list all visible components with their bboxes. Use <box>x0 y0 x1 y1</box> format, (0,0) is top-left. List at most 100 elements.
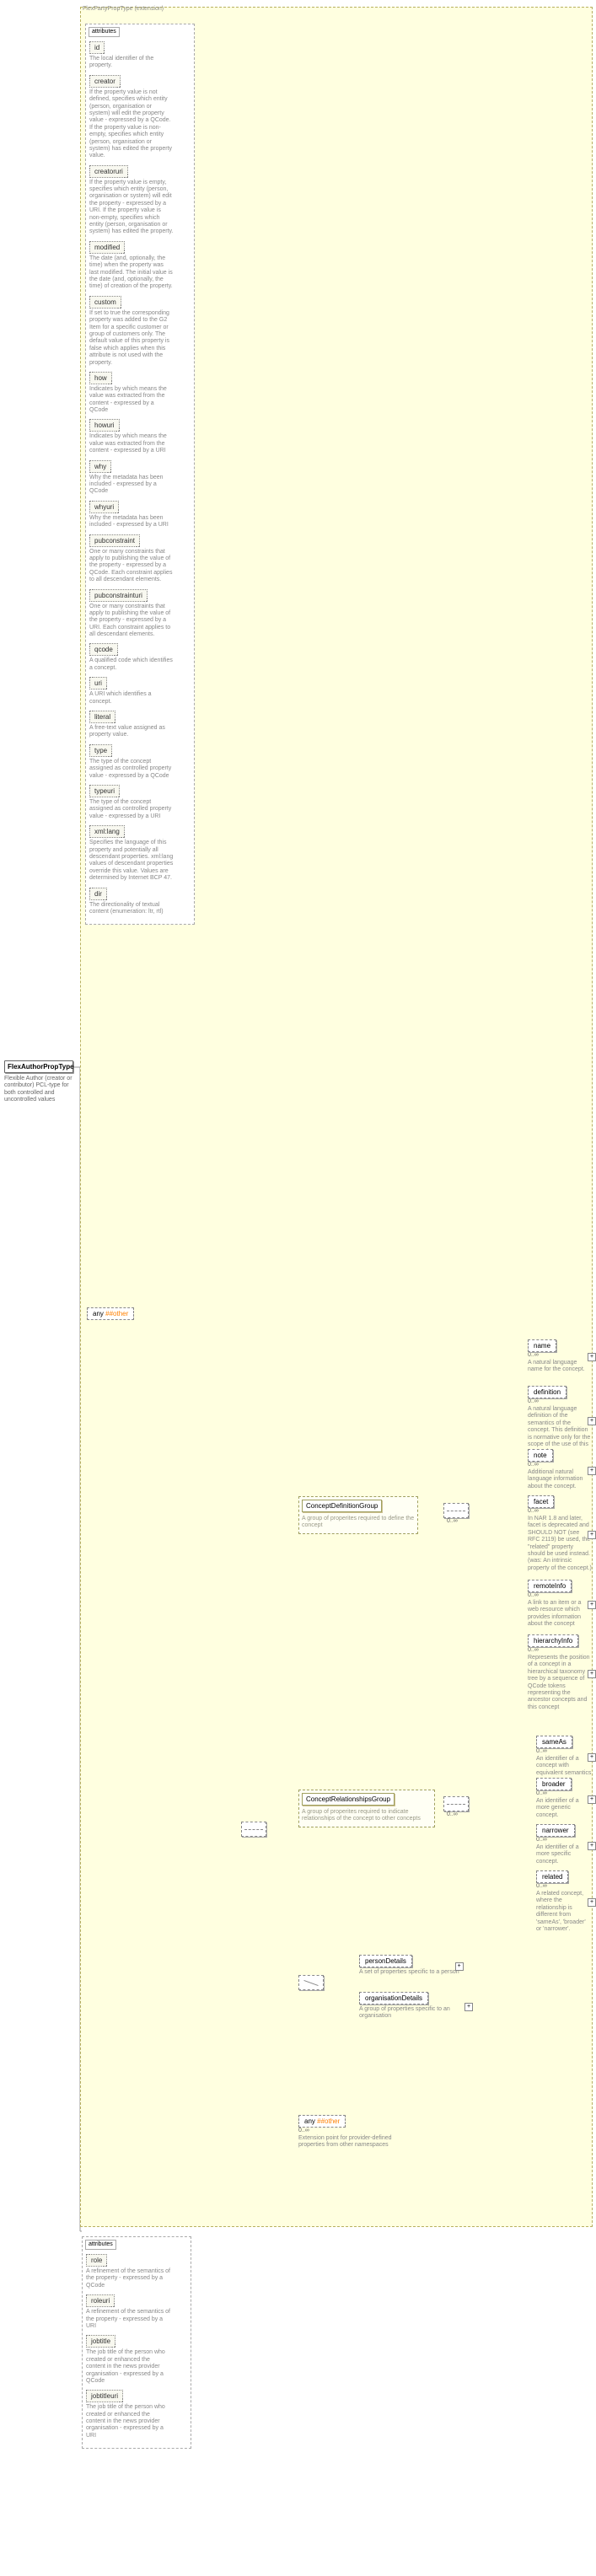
extension-label: FlexPartyPropType (extension) <box>83 6 164 12</box>
extension-frame: FlexPartyPropType (extension) attributes… <box>80 7 593 2227</box>
attribute-name: literal <box>89 711 115 723</box>
attribute-desc: A refinement of the semantics of the pro… <box>86 2309 170 2330</box>
attribute-desc: The job title of the person who created … <box>86 2404 170 2439</box>
attribute-name: id <box>89 41 105 54</box>
sequence-marker-defgroup <box>443 1503 469 1518</box>
element-related: related+0..∞A related concept, where the… <box>536 1870 592 1933</box>
element-broader: broader+0..∞An identifier of a more gene… <box>536 1778 592 1819</box>
attribute-desc: One or many constraints that apply to pu… <box>89 604 174 639</box>
attribute-jobtitle: jobtitleThe job title of the person who … <box>86 2335 187 2385</box>
attribute-desc: A refinement of the semantics of the pro… <box>86 2268 170 2289</box>
cardinality-defgroup: 0..∞ <box>447 1518 458 1524</box>
attribute-typeuri: typeuri The type of the concept assigned … <box>89 785 191 820</box>
expand-icon[interactable]: + <box>455 1962 464 1971</box>
element-organisationdetails: organisationDetails+ A group of properti… <box>359 1992 469 2021</box>
attribute-name: how <box>89 372 112 384</box>
attribute-name: uri <box>89 677 107 690</box>
expand-icon[interactable]: + <box>588 1531 596 1539</box>
expand-icon[interactable]: + <box>588 1467 596 1475</box>
attribute-desc: Specifies the language of this property … <box>89 840 174 882</box>
attribute-name: typeuri <box>89 785 120 797</box>
concept-relationships-group: ConceptRelationshipsGroup A group of pro… <box>298 1790 435 1827</box>
attributes-frame-lower: attributes roleA refinement of the seman… <box>82 2236 191 2449</box>
attribute-modified: modifiedThe date (and, optionally, the t… <box>89 241 191 291</box>
concept-definition-group: ConceptDefinitionGroup A group of proper… <box>298 1496 418 1534</box>
attribute-name: custom <box>89 296 121 309</box>
concept-definition-group-desc: A group of properites required to define… <box>302 1516 415 1530</box>
attribute-desc: A free-text value assigned as property v… <box>89 725 174 739</box>
expand-icon[interactable]: + <box>588 1795 596 1804</box>
attribute-desc: One or many constraints that apply to pu… <box>89 549 174 584</box>
attribute-type: type The type of the concept assigned as … <box>89 744 191 780</box>
expand-icon[interactable]: + <box>588 1601 596 1609</box>
attribute-desc: The date (and, optionally, the time) whe… <box>89 255 174 291</box>
attribute-desc: The job title of the person who created … <box>86 2349 170 2385</box>
attribute-desc: Why the metadata has been included - exp… <box>89 475 174 496</box>
element-remoteinfo: remoteInfo+0..∞A link to an item or a we… <box>528 1580 592 1629</box>
attribute-how: how Indicates by which means the value wa… <box>89 372 191 415</box>
attribute-jobtitleuri: jobtitleuri The job title of the person w… <box>86 2390 187 2439</box>
attribute-name: roleuri <box>86 2294 115 2307</box>
attribute-name: pubconstrainturi <box>89 589 148 602</box>
attribute-whyuri: whyuri Why the metadata has been included… <box>89 501 191 529</box>
attribute-desc: A qualified code which identifies a conc… <box>89 657 174 672</box>
cardinality-relgroup: 0..∞ <box>447 1811 458 1817</box>
attribute-dir: dirThe directionality of textual content… <box>89 888 191 916</box>
attribute-name: howuri <box>89 419 120 432</box>
element-note: note+0..∞Additional natural language inf… <box>528 1449 592 1490</box>
attribute-custom: customIf set to true the corresponding p… <box>89 296 191 367</box>
attribute-desc: The type of the concept assigned as cont… <box>89 799 174 820</box>
attributes-header: attributes <box>89 27 120 37</box>
attribute-creator: creatorIf the property value is not defi… <box>89 75 191 160</box>
element-narrower: narrower+0..∞An identifier of a more spe… <box>536 1824 592 1865</box>
choice-marker-persorg <box>298 1975 324 1990</box>
attribute-desc: Indicates by which means the value was e… <box>89 433 174 454</box>
root-type-name: FlexAuthorPropType <box>4 1060 73 1073</box>
attribute-id: id The local identifier of the property. <box>89 41 191 70</box>
expand-icon[interactable]: + <box>588 1417 596 1425</box>
element-persondetails: personDetails+ A set of properties speci… <box>359 1955 459 1976</box>
root-type-box: FlexAuthorPropType Flexible Author (crea… <box>4 1060 73 1104</box>
attribute-roleuri: roleuri A refinement of the semantics of … <box>86 2294 187 2330</box>
element-name: name+0..∞A natural language name for the… <box>528 1339 592 1374</box>
attribute-name: role <box>86 2254 107 2267</box>
attribute-name: type <box>89 744 112 757</box>
concept-definition-group-name: ConceptDefinitionGroup <box>302 1500 382 1512</box>
attribute-uri: uriA URI which identifies a concept. <box>89 677 191 706</box>
expand-icon[interactable]: + <box>464 2003 473 2011</box>
attribute-name: jobtitleuri <box>86 2390 123 2402</box>
attribute-desc: If the property value is not defined, sp… <box>89 89 174 160</box>
attribute-name: pubconstraint <box>89 534 140 547</box>
attribute-creatoruri: creatoruriIf the property value is empty… <box>89 165 191 236</box>
attribute-name: xml:lang <box>89 825 125 838</box>
attribute-desc: The type of the concept assigned as cont… <box>89 759 174 780</box>
attribute-name: qcode <box>89 643 118 656</box>
element-facet: facet+0..∞In NAR 1.8 and later, facet is… <box>528 1495 592 1572</box>
attribute-name: creator <box>89 75 121 88</box>
attribute-pubconstrainturi: pubconstrainturi One or many constraints … <box>89 589 191 639</box>
attribute-desc: The directionality of textual content (e… <box>89 902 174 916</box>
expand-icon[interactable]: + <box>588 1842 596 1850</box>
attribute-name: why <box>89 460 111 473</box>
attribute-desc: Why the metadata has been included - exp… <box>89 515 174 529</box>
expand-icon[interactable]: + <box>588 1753 596 1762</box>
attribute-name: modified <box>89 241 125 254</box>
root-type-desc: Flexible Author (creator or contributor)… <box>4 1076 73 1104</box>
element-definition: definition+0..∞A natural language defini… <box>528 1386 592 1456</box>
attribute-howuri: howuriIndicates by which means the value… <box>89 419 191 454</box>
diagram-canvas: FlexAuthorPropType Flexible Author (crea… <box>0 3 596 2576</box>
attribute-desc: Indicates by which means the value was e… <box>89 386 174 415</box>
element-hierarchyinfo: hierarchyInfo+0..∞Represents the positio… <box>528 1634 592 1711</box>
expand-icon[interactable]: + <box>588 1353 596 1361</box>
attribute-name: whyuri <box>89 501 119 513</box>
sequence-marker-relgroup <box>443 1796 469 1811</box>
attribute-desc: The local identifier of the property. <box>89 56 174 70</box>
attributes-frame-upper: attributes id The local identifier of the… <box>85 24 195 925</box>
attribute-name: creatoruri <box>89 165 128 178</box>
element-sameas: sameAs+0..∞An identifier of a concept wi… <box>536 1736 592 1777</box>
attribute-desc: If set to true the corresponding propert… <box>89 310 174 367</box>
attribute-name: jobtitle <box>86 2335 115 2348</box>
attribute-why: why Why the metadata has been included - … <box>89 460 191 496</box>
expand-icon[interactable]: + <box>588 1898 596 1907</box>
expand-icon[interactable]: + <box>588 1670 596 1678</box>
